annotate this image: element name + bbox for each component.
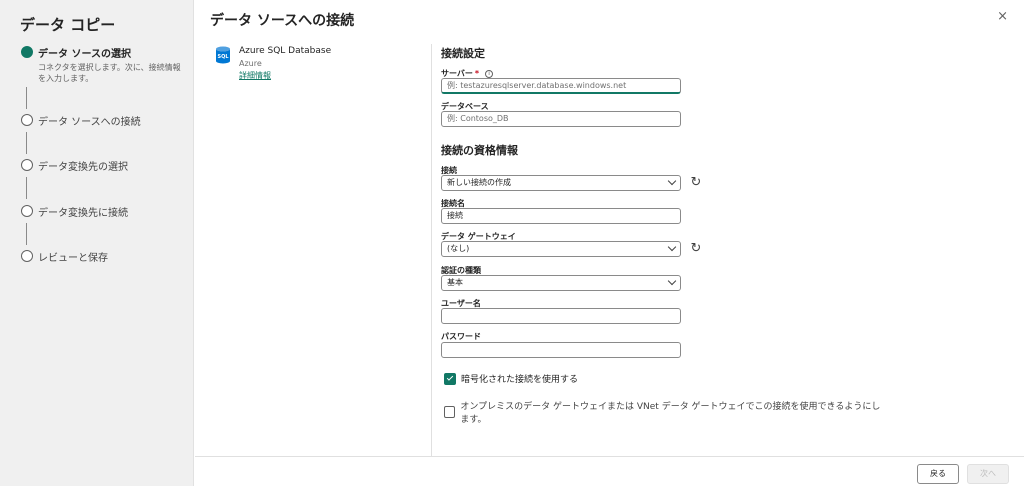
step-label: データ変換先の選択	[38, 162, 128, 173]
step-description: コネクタを選択します。次に、接続情報を入力します。	[38, 63, 181, 83]
encrypted-connection-option[interactable]: 暗号化された接続を使用する	[444, 372, 578, 385]
gateway-select[interactable]: (なし)	[441, 241, 681, 257]
source-subtitle: Azure	[239, 59, 262, 68]
chevron-down-icon	[667, 176, 677, 186]
connection-select[interactable]: 新しい接続の作成	[441, 175, 681, 191]
dialog-footer: 戻る 次へ	[195, 456, 1024, 486]
info-icon[interactable]: i	[485, 69, 494, 78]
wizard-sidebar: データ コピー データ ソースの選択 コネクタを選択します。次に、接続情報を入力…	[0, 0, 194, 486]
onprem-gateway-checkbox[interactable]	[444, 406, 456, 418]
onprem-gateway-option[interactable]: オンプレミスのデータ ゲートウェイまたは VNet データ ゲートウェイでこの接…	[444, 399, 881, 425]
username-input[interactable]	[441, 308, 681, 324]
connection-settings-title: 接続設定	[441, 47, 485, 60]
panel-divider	[431, 44, 432, 456]
chevron-down-icon	[667, 242, 677, 252]
connection-name-value: 接続	[447, 211, 463, 220]
main-panel: データ ソースへの接続 × SQL Azure SQL Database Azu…	[195, 0, 1024, 486]
dialog-title: データ ソースへの接続	[210, 13, 355, 29]
credentials-title: 接続の資格情報	[441, 144, 518, 157]
step-active-indicator-icon	[21, 46, 33, 58]
step-label: データ変換先に接続	[38, 208, 128, 219]
connection-name-input[interactable]: 接続	[441, 208, 681, 224]
sql-icon-text: SQL	[217, 54, 229, 60]
server-placeholder: 例: testazuresqlserver.database.windows.n…	[447, 81, 627, 90]
auth-kind-value: 基本	[447, 278, 463, 287]
step-label: データ ソースへの接続	[38, 117, 141, 128]
auth-kind-select[interactable]: 基本	[441, 275, 681, 291]
sql-database-icon: SQL	[216, 46, 230, 64]
learn-more-link[interactable]: 詳細情報	[239, 70, 331, 81]
connection-value: 新しい接続の作成	[447, 178, 511, 187]
gateway-value: (なし)	[447, 244, 470, 253]
refresh-connections-icon[interactable]: ↻	[689, 176, 703, 190]
chevron-down-icon	[667, 276, 677, 286]
password-input[interactable]	[441, 342, 681, 358]
step-connect-data-source[interactable]: データ ソースへの接続	[21, 113, 141, 128]
server-input[interactable]: 例: testazuresqlserver.database.windows.n…	[441, 78, 681, 94]
wizard-title: データ コピー	[20, 16, 116, 34]
encrypted-label: 暗号化された接続を使用する	[461, 375, 579, 385]
step-connector	[26, 87, 27, 109]
password-label: パスワード	[441, 332, 481, 341]
step-select-data-source[interactable]: データ ソースの選択 コネクタを選択します。次に、接続情報を入力します。	[21, 45, 188, 84]
next-button[interactable]: 次へ	[967, 464, 1009, 484]
step-connector	[26, 177, 27, 199]
database-placeholder: 例: Contoso_DB	[447, 114, 509, 123]
step-select-destination[interactable]: データ変換先の選択	[21, 158, 128, 173]
step-connector	[26, 132, 27, 154]
step-indicator-icon	[21, 205, 33, 217]
step-label: データ ソースの選択	[38, 49, 131, 60]
step-review-save[interactable]: レビューと保存	[21, 249, 108, 264]
checkmark-icon	[446, 374, 454, 381]
source-name: Azure SQL Database	[239, 46, 332, 56]
onprem-gateway-label: オンプレミスのデータ ゲートウェイまたは VNet データ ゲートウェイでこの接…	[460, 402, 881, 425]
close-icon[interactable]: ×	[997, 9, 1008, 24]
encrypted-checkbox[interactable]	[444, 372, 456, 385]
refresh-gateways-icon[interactable]: ↻	[689, 242, 703, 256]
step-indicator-icon	[21, 250, 33, 262]
required-marker: *	[474, 69, 480, 78]
step-label: レビューと保存	[38, 253, 108, 264]
back-button[interactable]: 戻る	[917, 464, 959, 484]
step-indicator-icon	[21, 159, 33, 171]
step-indicator-icon	[21, 114, 33, 126]
step-connect-destination[interactable]: データ変換先に接続	[21, 204, 128, 219]
step-connector	[26, 223, 27, 245]
source-card: SQL Azure SQL Database Azure 詳細情報	[215, 46, 331, 81]
database-input[interactable]: 例: Contoso_DB	[441, 111, 681, 127]
